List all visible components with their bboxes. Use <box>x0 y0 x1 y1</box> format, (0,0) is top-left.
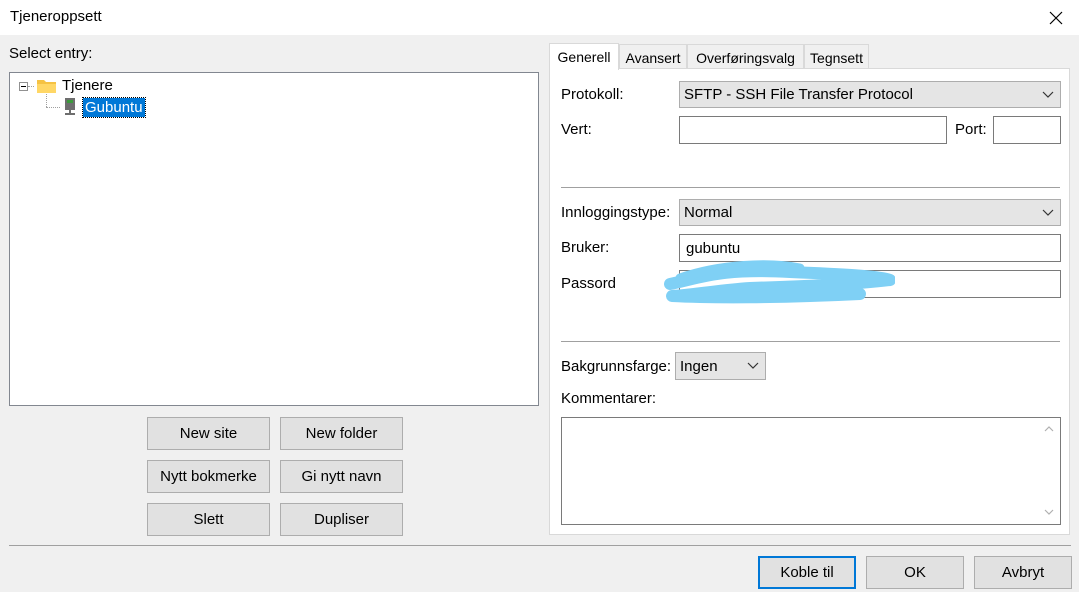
window-title: Tjeneroppsett <box>10 8 102 25</box>
tab-tegnsett[interactable]: Tegnsett <box>804 44 869 70</box>
close-button[interactable] <box>1033 0 1079 35</box>
comments-textarea[interactable] <box>561 417 1061 525</box>
port-input[interactable] <box>993 116 1061 144</box>
tab-generell[interactable]: Generell <box>549 43 619 70</box>
separator <box>561 341 1060 342</box>
protocol-select[interactable]: SFTP - SSH File Transfer Protocol <box>679 81 1061 108</box>
server-icon <box>65 98 75 115</box>
footer-separator <box>9 545 1071 546</box>
folder-icon <box>37 80 56 93</box>
logon-type-value: Normal <box>684 204 733 221</box>
delete-button[interactable]: Slett <box>147 503 270 536</box>
bg-color-value: Ingen <box>680 357 718 375</box>
scroll-down-icon[interactable] <box>1044 508 1054 516</box>
rename-button[interactable]: Gi nytt navn <box>280 460 403 493</box>
port-label: Port: <box>955 121 987 138</box>
chevron-down-icon <box>747 362 759 369</box>
tree-node-tjenere[interactable]: Tjenere <box>62 77 113 94</box>
tab-overforingsvalg[interactable]: Overføringsvalg <box>687 44 804 70</box>
chevron-down-icon <box>1042 209 1054 216</box>
tree-collapse-toggle[interactable] <box>19 82 28 91</box>
new-site-button[interactable]: New site <box>147 417 270 450</box>
connect-button[interactable]: Koble til <box>758 556 856 589</box>
site-tree[interactable]: Tjenere Gubuntu <box>9 72 539 406</box>
tab-avansert[interactable]: Avansert <box>619 44 687 70</box>
bg-color-select[interactable]: Ingen <box>675 352 766 380</box>
close-icon <box>1049 11 1063 24</box>
chevron-down-icon <box>1042 91 1054 98</box>
separator <box>561 187 1060 188</box>
tree-connector <box>28 86 34 87</box>
logon-type-select[interactable]: Normal <box>679 199 1061 226</box>
scroll-up-icon[interactable] <box>1044 425 1054 433</box>
title-bar: Tjeneroppsett <box>0 0 1079 35</box>
password-label: Passord <box>561 275 617 292</box>
host-label: Vert: <box>561 121 592 138</box>
redaction-scribble <box>664 260 895 304</box>
tree-connector <box>46 107 60 108</box>
protocol-label: Protokoll: <box>561 86 624 103</box>
user-label: Bruker: <box>561 239 610 256</box>
ok-button[interactable]: OK <box>866 556 964 589</box>
host-input[interactable] <box>679 116 947 144</box>
select-entry-label: Select entry: <box>9 45 93 62</box>
logon-type-label: Innloggingstype: <box>561 204 671 221</box>
bg-color-label: Bakgrunnsfarge: <box>561 358 672 375</box>
new-folder-button[interactable]: New folder <box>280 417 403 450</box>
new-bookmark-button[interactable]: Nytt bokmerke <box>147 460 270 493</box>
cancel-button[interactable]: Avbryt <box>974 556 1072 589</box>
protocol-value: SFTP - SSH File Transfer Protocol <box>684 86 913 103</box>
comments-label: Kommentarer: <box>561 390 657 407</box>
duplicate-button[interactable]: Dupliser <box>280 503 403 536</box>
tree-node-gubuntu[interactable]: Gubuntu <box>82 97 146 118</box>
tree-connector <box>46 94 47 107</box>
